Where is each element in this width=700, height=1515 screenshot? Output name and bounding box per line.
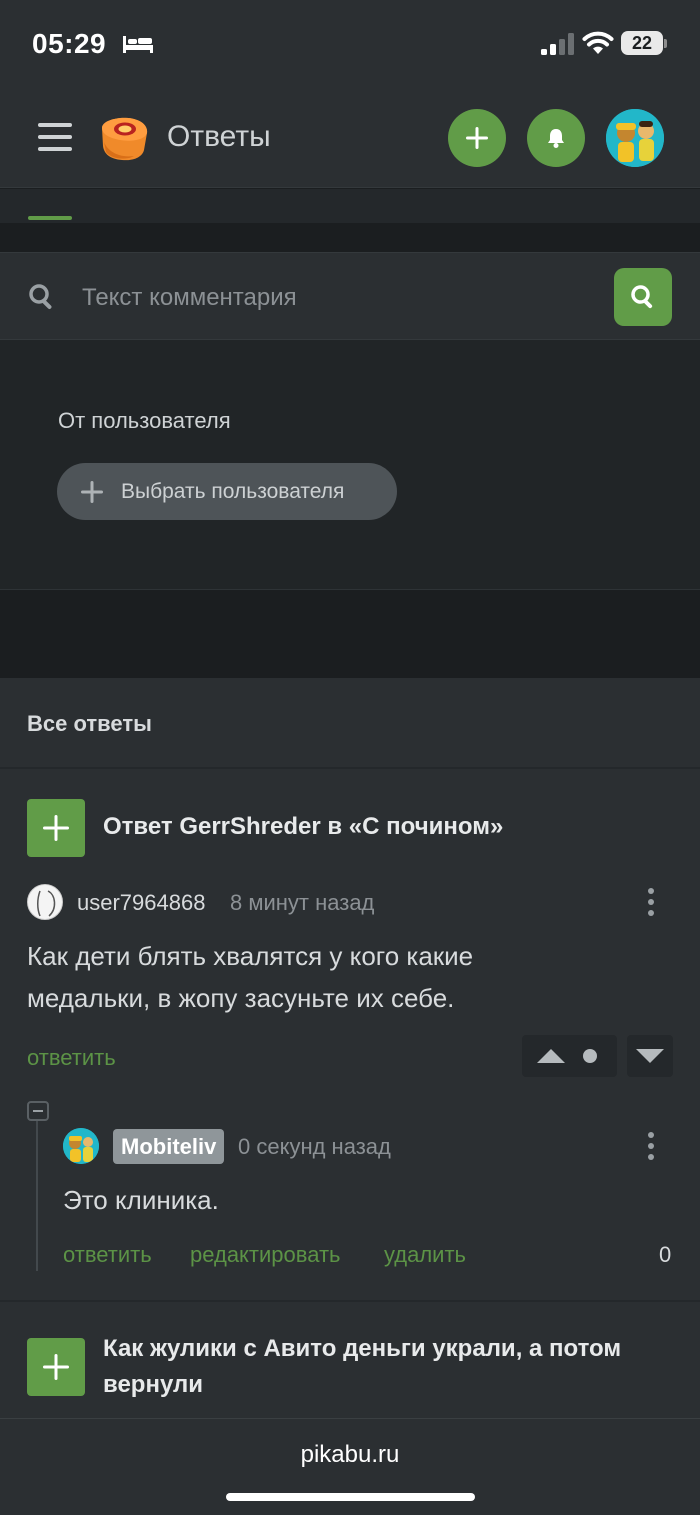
tabs-strip bbox=[0, 189, 700, 223]
menu-icon[interactable] bbox=[38, 120, 72, 154]
vote-up-box bbox=[522, 1035, 617, 1077]
add-post-button[interactable] bbox=[448, 109, 506, 167]
comment-time: 8 минут назад bbox=[230, 890, 375, 915]
expand-post-button[interactable] bbox=[27, 799, 85, 857]
divider bbox=[0, 767, 700, 769]
post-title[interactable]: Ответ GerrShreder в «С почином» bbox=[103, 809, 503, 845]
reply-time: 0 секунд назад bbox=[238, 1134, 391, 1159]
battery-level: 22 bbox=[621, 31, 663, 55]
thread-line bbox=[36, 1118, 38, 1271]
plus-icon bbox=[43, 1354, 69, 1380]
user-avatar[interactable] bbox=[606, 109, 664, 167]
status-bar: 05:29 22 bbox=[0, 0, 700, 86]
battery-indicator: 22 bbox=[621, 31, 667, 57]
plus-icon bbox=[81, 480, 103, 503]
upvote-icon[interactable] bbox=[536, 1048, 566, 1064]
rating-dot-icon bbox=[583, 1049, 597, 1063]
reply-score: 0 bbox=[659, 1242, 672, 1267]
domain-label[interactable]: pikabu.ru bbox=[0, 1441, 700, 1469]
signal-icon bbox=[541, 33, 574, 55]
delete-link[interactable]: удалить bbox=[384, 1242, 466, 1268]
avatar-image bbox=[63, 1128, 99, 1164]
plus-icon bbox=[43, 815, 69, 841]
reply-link[interactable]: ответить bbox=[27, 1045, 116, 1071]
post-title[interactable]: Как жулики с Авито деньги украли, а пото… bbox=[103, 1331, 643, 1403]
notifications-button[interactable] bbox=[527, 109, 585, 167]
more-options-icon[interactable] bbox=[646, 886, 656, 918]
wifi-icon bbox=[582, 31, 614, 54]
filter-label: От пользователя bbox=[58, 408, 231, 433]
choose-user-label: Выбрать пользователя bbox=[121, 479, 345, 503]
battery-tip bbox=[664, 39, 667, 48]
reply-text: Это клиника. bbox=[63, 1185, 219, 1215]
avatar-image bbox=[606, 109, 664, 167]
bed-icon bbox=[123, 36, 153, 53]
search-icon bbox=[631, 285, 653, 309]
comment-username[interactable]: user7964868 bbox=[77, 890, 205, 916]
search-input[interactable] bbox=[82, 281, 582, 315]
choose-user-button[interactable]: Выбрать пользователя bbox=[57, 463, 397, 520]
comment-text: Как дети блять хвалятся у кого какие мед… bbox=[27, 941, 474, 1013]
status-time: 05:29 bbox=[32, 28, 107, 59]
home-indicator[interactable] bbox=[226, 1493, 475, 1501]
plus-icon bbox=[466, 127, 488, 149]
downvote-icon[interactable] bbox=[635, 1048, 665, 1064]
pikabu-logo[interactable] bbox=[98, 114, 150, 162]
app-header: Ответы bbox=[0, 86, 700, 188]
edit-link[interactable]: редактировать bbox=[190, 1242, 341, 1268]
bell-icon bbox=[548, 129, 564, 148]
collapse-thread-icon[interactable] bbox=[27, 1101, 49, 1121]
reply-avatar[interactable] bbox=[63, 1128, 99, 1164]
more-options-icon[interactable] bbox=[646, 1130, 656, 1162]
expand-post-button[interactable] bbox=[27, 1338, 85, 1396]
browser-bottom-bar: pikabu.ru bbox=[0, 1418, 700, 1515]
reply-username[interactable]: Mobiteliv bbox=[113, 1129, 225, 1164]
divider bbox=[0, 1300, 700, 1302]
page-title: Ответы bbox=[167, 120, 271, 153]
filter-section: От пользователя Выбрать пользователя bbox=[0, 340, 700, 590]
comment-avatar[interactable] bbox=[27, 884, 63, 920]
search-icon bbox=[29, 284, 52, 309]
search-bar bbox=[0, 252, 700, 340]
answers-title: Все ответы bbox=[27, 711, 152, 736]
reply-link[interactable]: ответить bbox=[63, 1242, 152, 1268]
vote-down-box bbox=[627, 1035, 673, 1077]
active-tab-indicator bbox=[28, 216, 72, 220]
search-button[interactable] bbox=[614, 268, 672, 326]
